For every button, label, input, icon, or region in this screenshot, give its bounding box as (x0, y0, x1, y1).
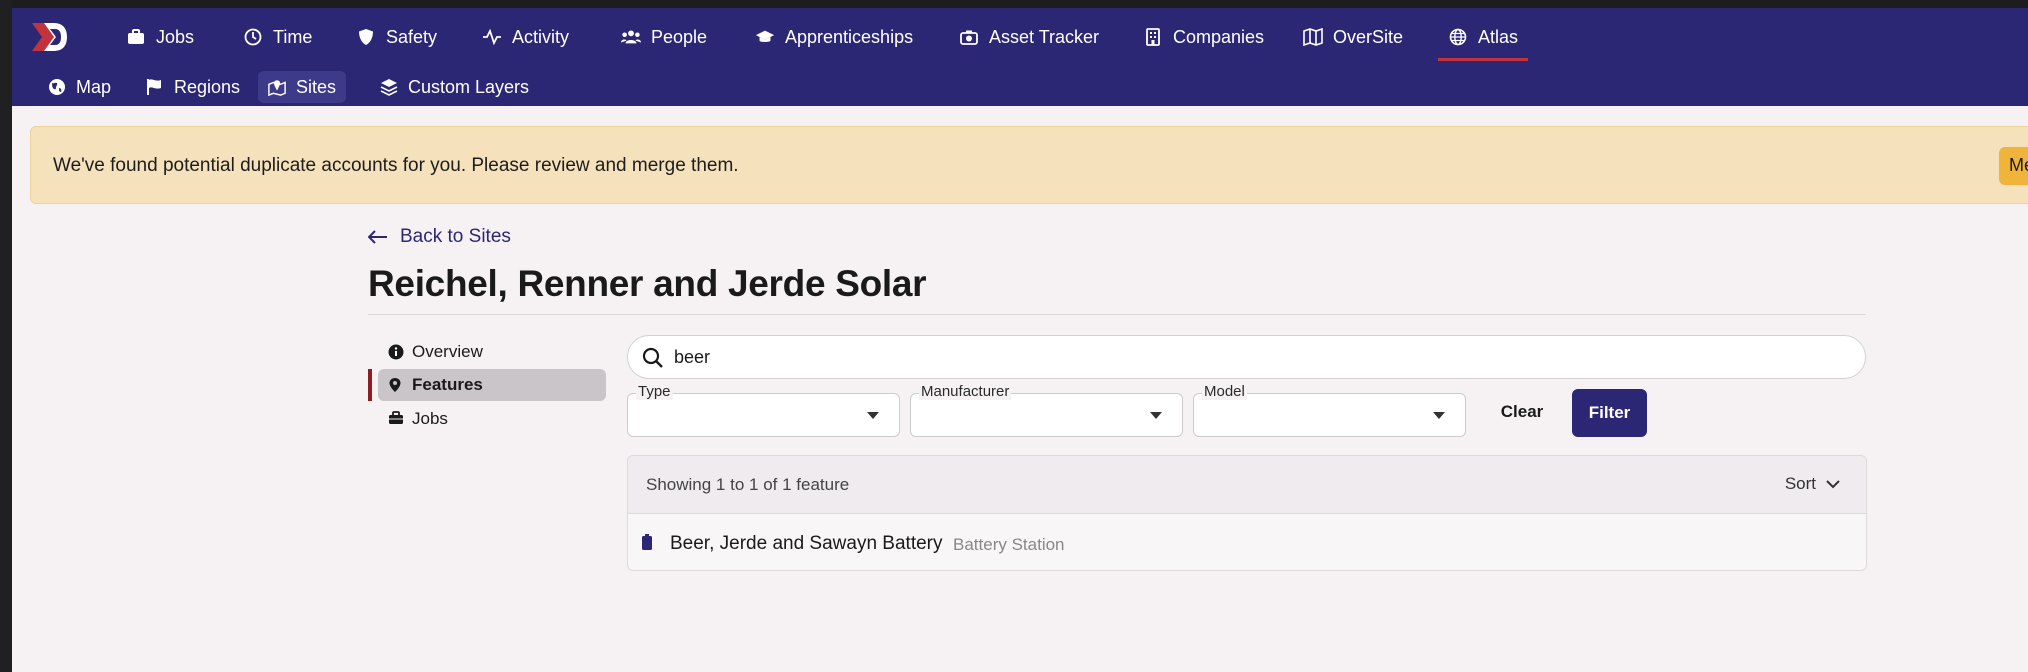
sort-label: Sort (1784, 474, 1816, 493)
sidebar-item-jobs[interactable]: Jobs (378, 403, 606, 435)
model-label: Model (1202, 383, 1247, 400)
nav-item-label: Safety (386, 26, 438, 47)
nav-item-label: Asset Tracker (989, 26, 1100, 47)
results-count: Showing 1 to 1 of 1 feature (646, 475, 850, 494)
sidebar-item-overview[interactable]: Overview (378, 336, 606, 368)
nav-item-label: Jobs (156, 26, 195, 47)
graduation-cap-icon (755, 27, 775, 47)
nav-item-activity[interactable]: Activity (472, 20, 579, 54)
merge-button[interactable]: Me (1999, 147, 2028, 185)
bookmarks-bar (12, 0, 2028, 8)
arrow-left-icon (368, 230, 387, 244)
duplicate-accounts-alert: We've found potential duplicate accounts… (30, 126, 2028, 204)
people-icon (621, 27, 641, 47)
sort-button[interactable]: Sort (1785, 474, 1840, 494)
nav-item-label: Atlas (1478, 26, 1519, 47)
sidebar-item-features[interactable]: Features (378, 369, 606, 401)
search-icon (642, 347, 663, 368)
sidebar-item-label: Overview (412, 342, 483, 361)
nav-item-jobs[interactable]: Jobs (116, 20, 204, 54)
model-select[interactable]: Model (1193, 383, 1466, 437)
nav-item-label: Apprenticeships (785, 26, 914, 47)
feature-row[interactable]: Beer, Jerde and Sawayn Battery Battery S… (628, 514, 1866, 570)
briefcase-icon (388, 411, 404, 427)
page-title: Reichel, Renner and Jerde Solar (368, 263, 927, 304)
nav-item-time[interactable]: Time (233, 20, 322, 54)
building-icon (1143, 27, 1163, 47)
caret-down-icon (867, 412, 879, 419)
subnav-item-label: Sites (296, 76, 337, 97)
subnav-item-label: Regions (174, 76, 241, 97)
nav-item-label: Activity (512, 26, 570, 47)
globe-icon (48, 78, 66, 96)
feature-name[interactable]: Beer, Jerde and Sawayn Battery (670, 533, 943, 555)
sidebar-active-indicator (368, 369, 372, 401)
title-divider (368, 314, 1866, 315)
layers-icon (380, 78, 398, 96)
camera-icon (959, 27, 979, 47)
briefcase-icon (126, 27, 146, 47)
nav-item-companies[interactable]: Companies (1133, 20, 1274, 54)
nav-item-apprenticeships[interactable]: Apprenticeships (745, 20, 923, 54)
nav-item-label: Time (273, 26, 313, 47)
subnav-item-label: Custom Layers (408, 76, 530, 97)
flag-icon (146, 78, 164, 96)
filter-button[interactable]: Filter (1572, 389, 1647, 437)
clock-icon (243, 27, 263, 47)
sidebar-item-label: Jobs (412, 409, 448, 428)
features-results: Showing 1 to 1 of 1 feature Sort Beer, J… (627, 455, 1867, 571)
search-input[interactable] (674, 344, 1834, 370)
nav-item-label: OverSite (1333, 26, 1404, 47)
back-label: Back to Sites (400, 226, 511, 247)
manufacturer-select[interactable]: Manufacturer (910, 383, 1183, 437)
back-to-sites-link[interactable]: Back to Sites (368, 226, 511, 248)
pulse-icon (482, 27, 502, 47)
subnav-item-regions[interactable]: Regions (136, 71, 250, 103)
caret-down-icon (1433, 412, 1445, 419)
nav-item-asset-tracker[interactable]: Asset Tracker (949, 20, 1109, 54)
battery-icon (642, 534, 652, 550)
subnav-item-custom-layers[interactable]: Custom Layers (370, 71, 539, 103)
info-icon (388, 344, 404, 360)
nav-item-safety[interactable]: Safety (346, 20, 447, 54)
subnav-item-label: Map (76, 76, 112, 97)
caret-down-icon (1150, 412, 1162, 419)
nav-item-people[interactable]: People (611, 20, 717, 54)
feature-search (627, 335, 1866, 379)
nav-item-atlas[interactable]: Atlas (1438, 20, 1529, 61)
subnav-item-map[interactable]: Map (38, 71, 121, 103)
type-label: Type (636, 383, 673, 400)
map-icon (1303, 27, 1323, 47)
nav-item-oversite[interactable]: OverSite (1293, 20, 1413, 54)
feature-type: Battery Station (953, 535, 1065, 554)
results-header: Showing 1 to 1 of 1 feature Sort (628, 456, 1866, 514)
window-edge (0, 0, 12, 672)
globe-icon (1448, 27, 1468, 47)
chevron-down-icon (1826, 480, 1840, 489)
clear-button[interactable]: Clear (1487, 393, 1557, 431)
manufacturer-label: Manufacturer (919, 383, 1012, 400)
shield-icon (356, 27, 376, 47)
type-select[interactable]: Type (627, 383, 900, 437)
sidebar-item-label: Features (412, 375, 483, 394)
nav-item-label: Companies (1173, 26, 1265, 47)
map-pin-icon (268, 78, 286, 96)
top-navigation: Jobs Time Safety Activity People Apprent… (12, 8, 2028, 106)
location-pin-icon (388, 377, 404, 393)
nav-item-label: People (651, 26, 708, 47)
alert-message: We've found potential duplicate accounts… (53, 155, 739, 176)
subnav-item-sites[interactable]: Sites (258, 71, 347, 103)
